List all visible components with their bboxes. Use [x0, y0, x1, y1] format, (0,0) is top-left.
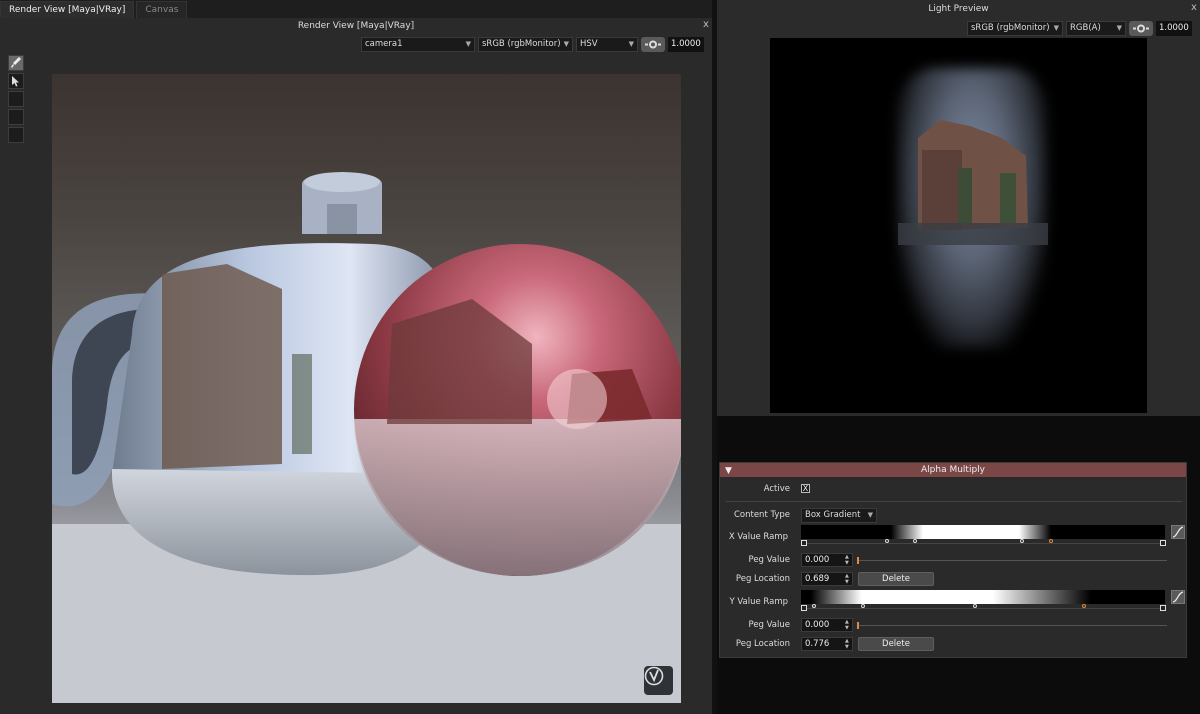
x-peg-value-label: Peg Value — [748, 555, 791, 565]
color-space-value: sRGB (rgbMonitor) — [482, 39, 561, 49]
camera-select-value: camera1 — [365, 39, 403, 49]
vray-logo — [644, 666, 673, 695]
spinner-icon[interactable]: ▲ ▼ — [845, 619, 850, 631]
content-type-value: Box Gradient — [805, 510, 861, 520]
preview-color-space-select[interactable]: sRGB (rgbMonitor) ▼ — [967, 21, 1063, 36]
spinner-icon[interactable]: ▲ ▼ — [845, 638, 850, 650]
light-preview-title: Light Preview — [928, 4, 989, 14]
x-ramp-start-handle[interactable] — [801, 540, 807, 546]
x-peg-location-label: Peg Location — [735, 574, 790, 584]
y-ramp-start-handle[interactable] — [801, 605, 807, 611]
y-peg[interactable] — [973, 604, 977, 608]
y-peg-value-label: Peg Value — [748, 620, 791, 630]
pointer-icon[interactable] — [8, 73, 24, 89]
preview-exposure-value[interactable]: 1.0000 — [1156, 21, 1192, 36]
y-delete-button[interactable]: Delete — [858, 637, 934, 651]
y-ramp-gradient — [811, 590, 1091, 604]
alpha-multiply-panel: ▼ Alpha Multiply Active X Content Type B… — [719, 462, 1187, 658]
x-peg-track — [801, 543, 1165, 544]
camera-select[interactable]: camera1 ▼ — [361, 37, 475, 52]
x-peg-value-row: Peg Value 0.000 ▲ ▼ — [720, 552, 1188, 568]
x-peg-value-slider-knob[interactable] — [857, 557, 859, 564]
preview-channel-value: RGB(A) — [1070, 23, 1101, 33]
y-peg-value-row: Peg Value 0.000 ▲ ▼ — [720, 617, 1188, 633]
channel-select[interactable]: HSV ▼ — [576, 37, 638, 52]
active-label: Active — [763, 484, 790, 494]
x-peg[interactable] — [913, 539, 917, 543]
content-type-row: Content Type Box Gradient ▼ — [720, 507, 1188, 523]
color-space-select[interactable]: sRGB (rgbMonitor) ▼ — [478, 37, 573, 52]
channel-value: HSV — [580, 39, 598, 49]
side-toolbar — [8, 55, 24, 145]
render-view-title: Render View [Maya|VRay] — [297, 21, 415, 31]
exposure-value[interactable]: 1.0000 — [668, 37, 704, 52]
y-peg[interactable] — [861, 604, 865, 608]
active-row: Active X — [720, 481, 1188, 497]
y-peg-location-row: Peg Location 0.776 ▲ ▼ Delete — [720, 636, 1188, 652]
active-checkbox[interactable]: X — [801, 484, 810, 493]
y-peg-location-label: Peg Location — [735, 639, 790, 649]
tool-slot[interactable] — [8, 109, 24, 125]
x-ramp-label: X Value Ramp — [728, 532, 788, 542]
light-preview-header: Light Preview x sRGB (rgbMonitor) ▼ RGB(… — [717, 0, 1200, 40]
x-peg-value-slider[interactable] — [857, 560, 1167, 561]
exposure-icon[interactable] — [1129, 21, 1153, 36]
divider — [726, 501, 1182, 502]
content-type-label: Content Type — [733, 510, 790, 520]
caret-down-icon: ▼ — [1116, 24, 1122, 32]
spinner-icon[interactable]: ▲ ▼ — [845, 573, 850, 585]
tab-canvas[interactable]: Canvas — [136, 1, 188, 18]
content-type-select[interactable]: Box Gradient ▼ — [801, 508, 877, 523]
x-peg-selected[interactable] — [1049, 539, 1053, 543]
caret-down-icon: ▼ — [628, 40, 634, 48]
section-header[interactable]: ▼ Alpha Multiply — [720, 463, 1186, 477]
y-ramp-label: Y Value Ramp — [729, 597, 788, 607]
tool-slot[interactable] — [8, 127, 24, 143]
brush-icon[interactable] — [8, 55, 24, 71]
render-view-pane: Render View [Maya|VRay] Canvas Render Vi… — [0, 0, 712, 714]
y-value-ramp[interactable] — [801, 590, 1165, 604]
caret-down-icon: ▼ — [867, 511, 873, 519]
render-toolbar: camera1 ▼ sRGB (rgbMonitor) ▼ HSV ▼ 1.00… — [361, 37, 704, 54]
y-peg-track — [801, 608, 1165, 609]
spinner-icon[interactable]: ▲ ▼ — [845, 554, 850, 566]
caret-down-icon: ▼ — [465, 40, 471, 48]
collapse-triangle-icon[interactable]: ▼ — [725, 464, 732, 478]
x-ramp-gradient — [891, 525, 1051, 539]
light-preview-pane: Light Preview x sRGB (rgbMonitor) ▼ RGB(… — [717, 0, 1200, 714]
preview-channel-select[interactable]: RGB(A) ▼ — [1066, 21, 1126, 36]
tab-bar: Render View [Maya|VRay] Canvas — [0, 0, 712, 18]
tool-slot[interactable] — [8, 91, 24, 107]
exposure-icon[interactable] — [641, 37, 665, 52]
preview-frame — [717, 38, 1200, 416]
preview-toolbar: sRGB (rgbMonitor) ▼ RGB(A) ▼ 1.0000 — [967, 21, 1192, 38]
caret-down-icon: ▼ — [563, 40, 569, 48]
x-peg-location-row: Peg Location 0.689 ▲ ▼ Delete — [720, 571, 1188, 587]
y-peg-selected[interactable] — [1082, 604, 1086, 608]
x-value-ramp[interactable] — [801, 525, 1165, 539]
y-peg-value-slider-knob[interactable] — [857, 622, 859, 629]
curve-icon[interactable] — [1171, 590, 1185, 604]
x-peg[interactable] — [885, 539, 889, 543]
render-image — [52, 74, 681, 703]
curve-icon[interactable] — [1171, 525, 1185, 539]
y-peg-value-slider[interactable] — [857, 625, 1167, 626]
preview-color-space-value: sRGB (rgbMonitor) — [971, 23, 1050, 33]
tab-render-view[interactable]: Render View [Maya|VRay] — [0, 1, 135, 18]
close-icon[interactable]: x — [1191, 2, 1197, 13]
y-peg[interactable] — [812, 604, 816, 608]
light-preview-image — [770, 38, 1147, 413]
section-title: Alpha Multiply — [921, 465, 985, 475]
x-delete-button[interactable]: Delete — [858, 572, 934, 586]
caret-down-icon: ▼ — [1053, 24, 1059, 32]
x-peg[interactable] — [1020, 539, 1024, 543]
x-ramp-end-handle[interactable] — [1160, 540, 1166, 546]
close-icon[interactable]: x — [703, 19, 709, 30]
y-ramp-end-handle[interactable] — [1160, 605, 1166, 611]
